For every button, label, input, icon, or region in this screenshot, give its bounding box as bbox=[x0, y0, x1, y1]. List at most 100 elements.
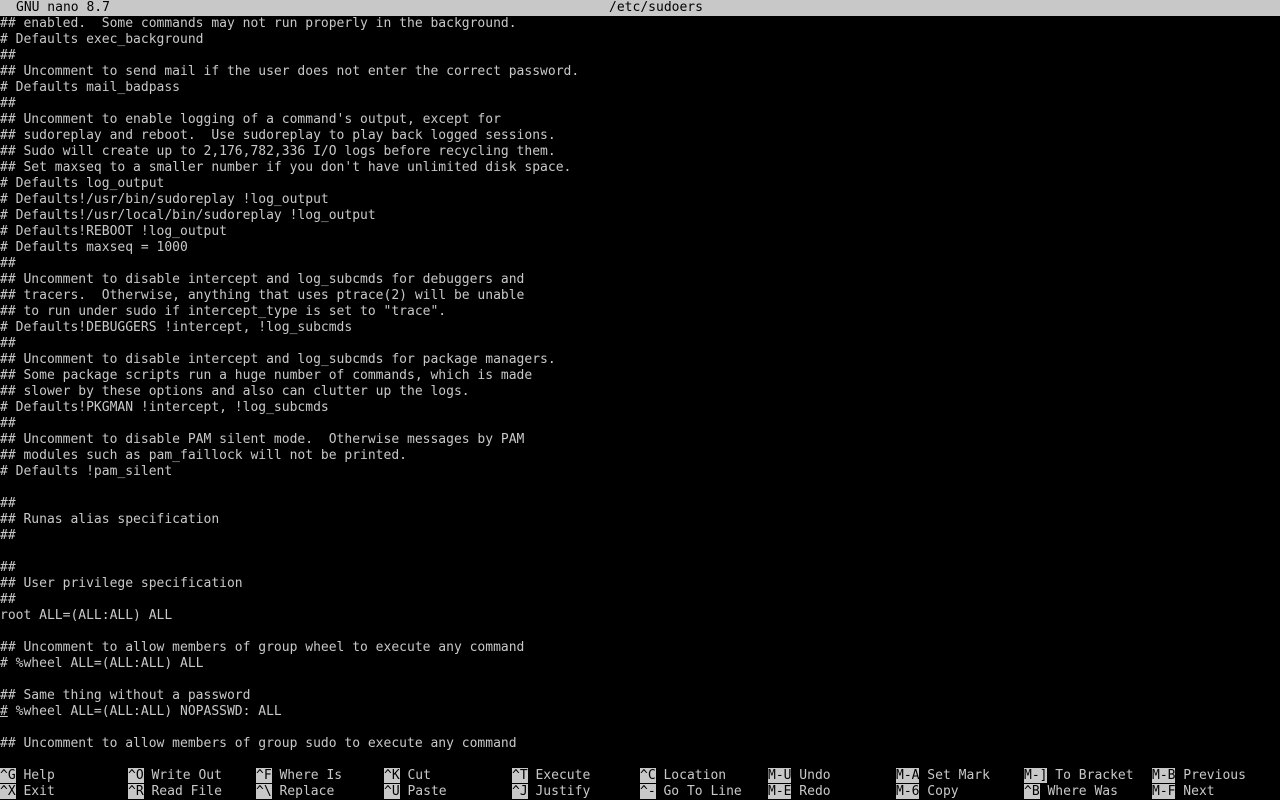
editor-line[interactable]: ## to run under sudo if intercept_type i… bbox=[0, 304, 1280, 320]
shortcut-key: ^G bbox=[0, 768, 16, 783]
editor-line[interactable]: # Defaults!/usr/bin/sudoreplay !log_outp… bbox=[0, 192, 1280, 208]
editor-area[interactable]: ## enabled. Some commands may not run pr… bbox=[0, 16, 1280, 760]
shortcut-copy[interactable]: M-6 Copy bbox=[896, 784, 959, 800]
shortcut-execute[interactable]: ^T Execute bbox=[512, 768, 590, 784]
editor-line[interactable] bbox=[0, 672, 1280, 688]
editor-line[interactable]: # Defaults log_output bbox=[0, 176, 1280, 192]
editor-line[interactable]: # %wheel ALL=(ALL:ALL) ALL bbox=[0, 656, 1280, 672]
shortcut-where-is[interactable]: ^F Where Is bbox=[256, 768, 342, 784]
editor-line[interactable]: ## Uncomment to disable intercept and lo… bbox=[0, 272, 1280, 288]
shortcut-key: M-E bbox=[768, 784, 792, 799]
shortcut-key: M-6 bbox=[896, 784, 920, 799]
shortcut-cut[interactable]: ^K Cut bbox=[384, 768, 431, 784]
shortcut-key: M-] bbox=[1024, 768, 1048, 783]
editor-line[interactable]: ## bbox=[0, 416, 1280, 432]
editor-line[interactable]: ## bbox=[0, 592, 1280, 608]
shortcut-key: M-A bbox=[896, 768, 920, 783]
shortcut-to-bracket[interactable]: M-] To Bracket bbox=[1024, 768, 1134, 784]
shortcut-key: ^B bbox=[1024, 784, 1040, 799]
shortcut-key: ^- bbox=[640, 784, 656, 799]
shortcut-undo[interactable]: M-U Undo bbox=[768, 768, 831, 784]
shortcut-key: M-F bbox=[1152, 784, 1176, 799]
editor-line[interactable]: ## Uncomment to disable PAM silent mode.… bbox=[0, 432, 1280, 448]
shortcut-key: ^T bbox=[512, 768, 528, 783]
title-bar: GNU nano 8.7 /etc/sudoers bbox=[0, 0, 1280, 16]
shortcut-label: To Bracket bbox=[1047, 768, 1134, 783]
editor-line[interactable]: ## enabled. Some commands may not run pr… bbox=[0, 16, 1280, 32]
shortcut-exit[interactable]: ^X Exit bbox=[0, 784, 55, 800]
shortcut-label: Where Is bbox=[271, 768, 343, 783]
shortcut-set-mark[interactable]: M-A Set Mark bbox=[896, 768, 990, 784]
editor-line[interactable]: ## Uncomment to send mail if the user do… bbox=[0, 64, 1280, 80]
editor-line[interactable]: ## bbox=[0, 528, 1280, 544]
shortcut-label: Undo bbox=[791, 768, 831, 783]
shortcut-key: ^X bbox=[0, 784, 16, 799]
editor-line[interactable]: # Defaults !pam_silent bbox=[0, 464, 1280, 480]
editor-line[interactable]: # Defaults!DEBUGGERS !intercept, !log_su… bbox=[0, 320, 1280, 336]
shortcut-replace[interactable]: ^\ Replace bbox=[256, 784, 334, 800]
shortcut-label: Set Mark bbox=[919, 768, 990, 783]
shortcut-paste[interactable]: ^U Paste bbox=[384, 784, 447, 800]
editor-line[interactable]: ## bbox=[0, 560, 1280, 576]
shortcut-next[interactable]: M-F Next bbox=[1152, 784, 1215, 800]
editor-line[interactable]: ## Uncomment to disable intercept and lo… bbox=[0, 352, 1280, 368]
editor-line[interactable]: ## tracers. Otherwise, anything that use… bbox=[0, 288, 1280, 304]
shortcut-redo[interactable]: M-E Redo bbox=[768, 784, 831, 800]
shortcut-key: ^K bbox=[384, 768, 400, 783]
shortcut-go-to-line[interactable]: ^- Go To Line bbox=[640, 784, 742, 800]
editor-line[interactable]: # Defaults!/usr/local/bin/sudoreplay !lo… bbox=[0, 208, 1280, 224]
shortcut-key: ^\ bbox=[256, 784, 272, 799]
shortcut-previous[interactable]: M-B Previous bbox=[1152, 768, 1246, 784]
shortcut-label: Write Out bbox=[143, 768, 222, 783]
editor-line[interactable]: ## modules such as pam_faillock will not… bbox=[0, 448, 1280, 464]
editor-line[interactable]: ## Set maxseq to a smaller number if you… bbox=[0, 160, 1280, 176]
shortcut-key: M-B bbox=[1152, 768, 1176, 783]
editor-line[interactable]: ## Uncomment to allow members of group s… bbox=[0, 736, 1280, 752]
editor-line[interactable] bbox=[0, 624, 1280, 640]
shortcut-key: ^U bbox=[384, 784, 400, 799]
editor-line[interactable] bbox=[0, 480, 1280, 496]
shortcut-label: Copy bbox=[919, 784, 959, 799]
file-name: /etc/sudoers bbox=[609, 0, 703, 15]
shortcut-location[interactable]: ^C Location bbox=[640, 768, 726, 784]
editor-line[interactable]: ## Uncomment to allow members of group w… bbox=[0, 640, 1280, 656]
editor-line[interactable]: # %wheel ALL=(ALL:ALL) NOPASSWD: ALL bbox=[0, 704, 1280, 720]
shortcut-label: Next bbox=[1175, 784, 1215, 799]
editor-line[interactable]: ## slower by these options and also can … bbox=[0, 384, 1280, 400]
shortcut-label: Cut bbox=[399, 768, 431, 783]
editor-line[interactable]: # Defaults exec_background bbox=[0, 32, 1280, 48]
editor-line[interactable]: ## bbox=[0, 48, 1280, 64]
editor-line[interactable]: ## Runas alias specification bbox=[0, 512, 1280, 528]
shortcut-label: Read File bbox=[143, 784, 222, 799]
editor-line[interactable]: ## sudoreplay and reboot. Use sudoreplay… bbox=[0, 128, 1280, 144]
editor-line[interactable]: ## Sudo will create up to 2,176,782,336 … bbox=[0, 144, 1280, 160]
shortcut-label: Help bbox=[15, 768, 55, 783]
shortcut-help[interactable]: ^G Help bbox=[0, 768, 55, 784]
editor-line[interactable]: # Defaults!PKGMAN !intercept, !log_subcm… bbox=[0, 400, 1280, 416]
shortcut-label: Replace bbox=[271, 784, 335, 799]
editor-line[interactable]: # Defaults mail_badpass bbox=[0, 80, 1280, 96]
editor-line[interactable]: ## Same thing without a password bbox=[0, 688, 1280, 704]
editor-line[interactable]: ## bbox=[0, 496, 1280, 512]
shortcut-where-was[interactable]: ^B Where Was bbox=[1024, 784, 1118, 800]
editor-line[interactable]: root ALL=(ALL:ALL) ALL bbox=[0, 608, 1280, 624]
editor-line[interactable]: # Defaults!REBOOT !log_output bbox=[0, 224, 1280, 240]
shortcut-read-file[interactable]: ^R Read File bbox=[128, 784, 222, 800]
shortcut-label: Go To Line bbox=[655, 784, 742, 799]
editor-line[interactable]: ## bbox=[0, 256, 1280, 272]
text-cursor: # bbox=[0, 704, 8, 719]
editor-line[interactable] bbox=[0, 544, 1280, 560]
shortcut-label: Paste bbox=[399, 784, 447, 799]
shortcut-key: ^O bbox=[128, 768, 144, 783]
editor-line[interactable]: ## User privilege specification bbox=[0, 576, 1280, 592]
editor-line[interactable]: ## bbox=[0, 336, 1280, 352]
editor-line[interactable]: ## Uncomment to enable logging of a comm… bbox=[0, 112, 1280, 128]
editor-line[interactable]: ## bbox=[0, 96, 1280, 112]
shortcut-justify[interactable]: ^J Justify bbox=[512, 784, 590, 800]
shortcut-label: Previous bbox=[1175, 768, 1246, 783]
shortcut-key: ^J bbox=[512, 784, 528, 799]
shortcut-write-out[interactable]: ^O Write Out bbox=[128, 768, 222, 784]
editor-line[interactable] bbox=[0, 720, 1280, 736]
editor-line[interactable]: # Defaults maxseq = 1000 bbox=[0, 240, 1280, 256]
editor-line[interactable]: ## Some package scripts run a huge numbe… bbox=[0, 368, 1280, 384]
